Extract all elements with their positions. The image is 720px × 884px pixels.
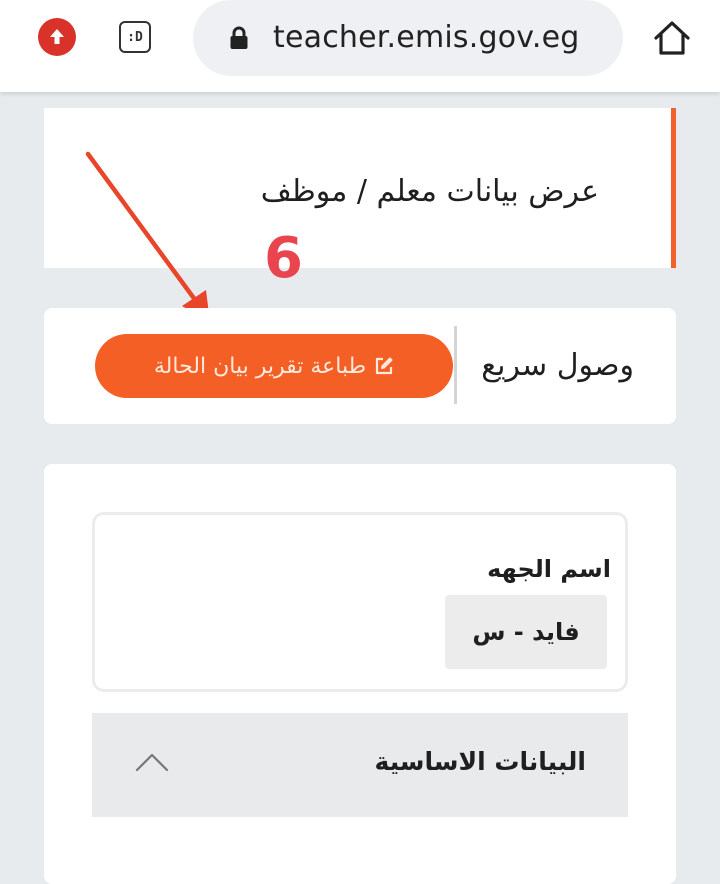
print-status-report-button[interactable]: طباعة تقرير بيان الحالة bbox=[95, 334, 453, 398]
divider bbox=[454, 326, 457, 404]
tab-switcher-icon[interactable]: :D bbox=[119, 21, 151, 53]
browser-toolbar: :D teacher.emis.gov.eg bbox=[0, 0, 720, 92]
entity-value: فايد - س bbox=[445, 595, 607, 669]
tab-switcher-text: :D bbox=[127, 29, 143, 45]
annotation-step-number: 6 bbox=[264, 226, 303, 291]
quick-access-label: وصول سريع bbox=[481, 348, 634, 383]
page-title: عرض بيانات معلم / موظف bbox=[260, 174, 599, 209]
edit-icon bbox=[376, 357, 393, 375]
print-button-label: طباعة تقرير بيان الحالة bbox=[153, 353, 367, 379]
section-title: البيانات الاساسية bbox=[374, 747, 586, 776]
home-icon[interactable] bbox=[652, 19, 692, 57]
upload-icon[interactable] bbox=[38, 18, 76, 56]
url-text: teacher.emis.gov.eg bbox=[273, 20, 580, 55]
lock-icon bbox=[230, 26, 248, 49]
entity-label: اسم الجهه bbox=[487, 555, 611, 583]
entity-box: اسم الجهه فايد - س bbox=[92, 512, 628, 692]
quick-access-card: وصول سريع طباعة تقرير بيان الحالة bbox=[44, 308, 676, 424]
main-data-card: اسم الجهه فايد - س البيانات الاساسية bbox=[44, 464, 676, 884]
address-bar[interactable]: teacher.emis.gov.eg bbox=[193, 0, 623, 76]
basic-data-section-header[interactable]: البيانات الاساسية bbox=[92, 713, 628, 817]
chevron-up-icon[interactable] bbox=[134, 751, 170, 773]
